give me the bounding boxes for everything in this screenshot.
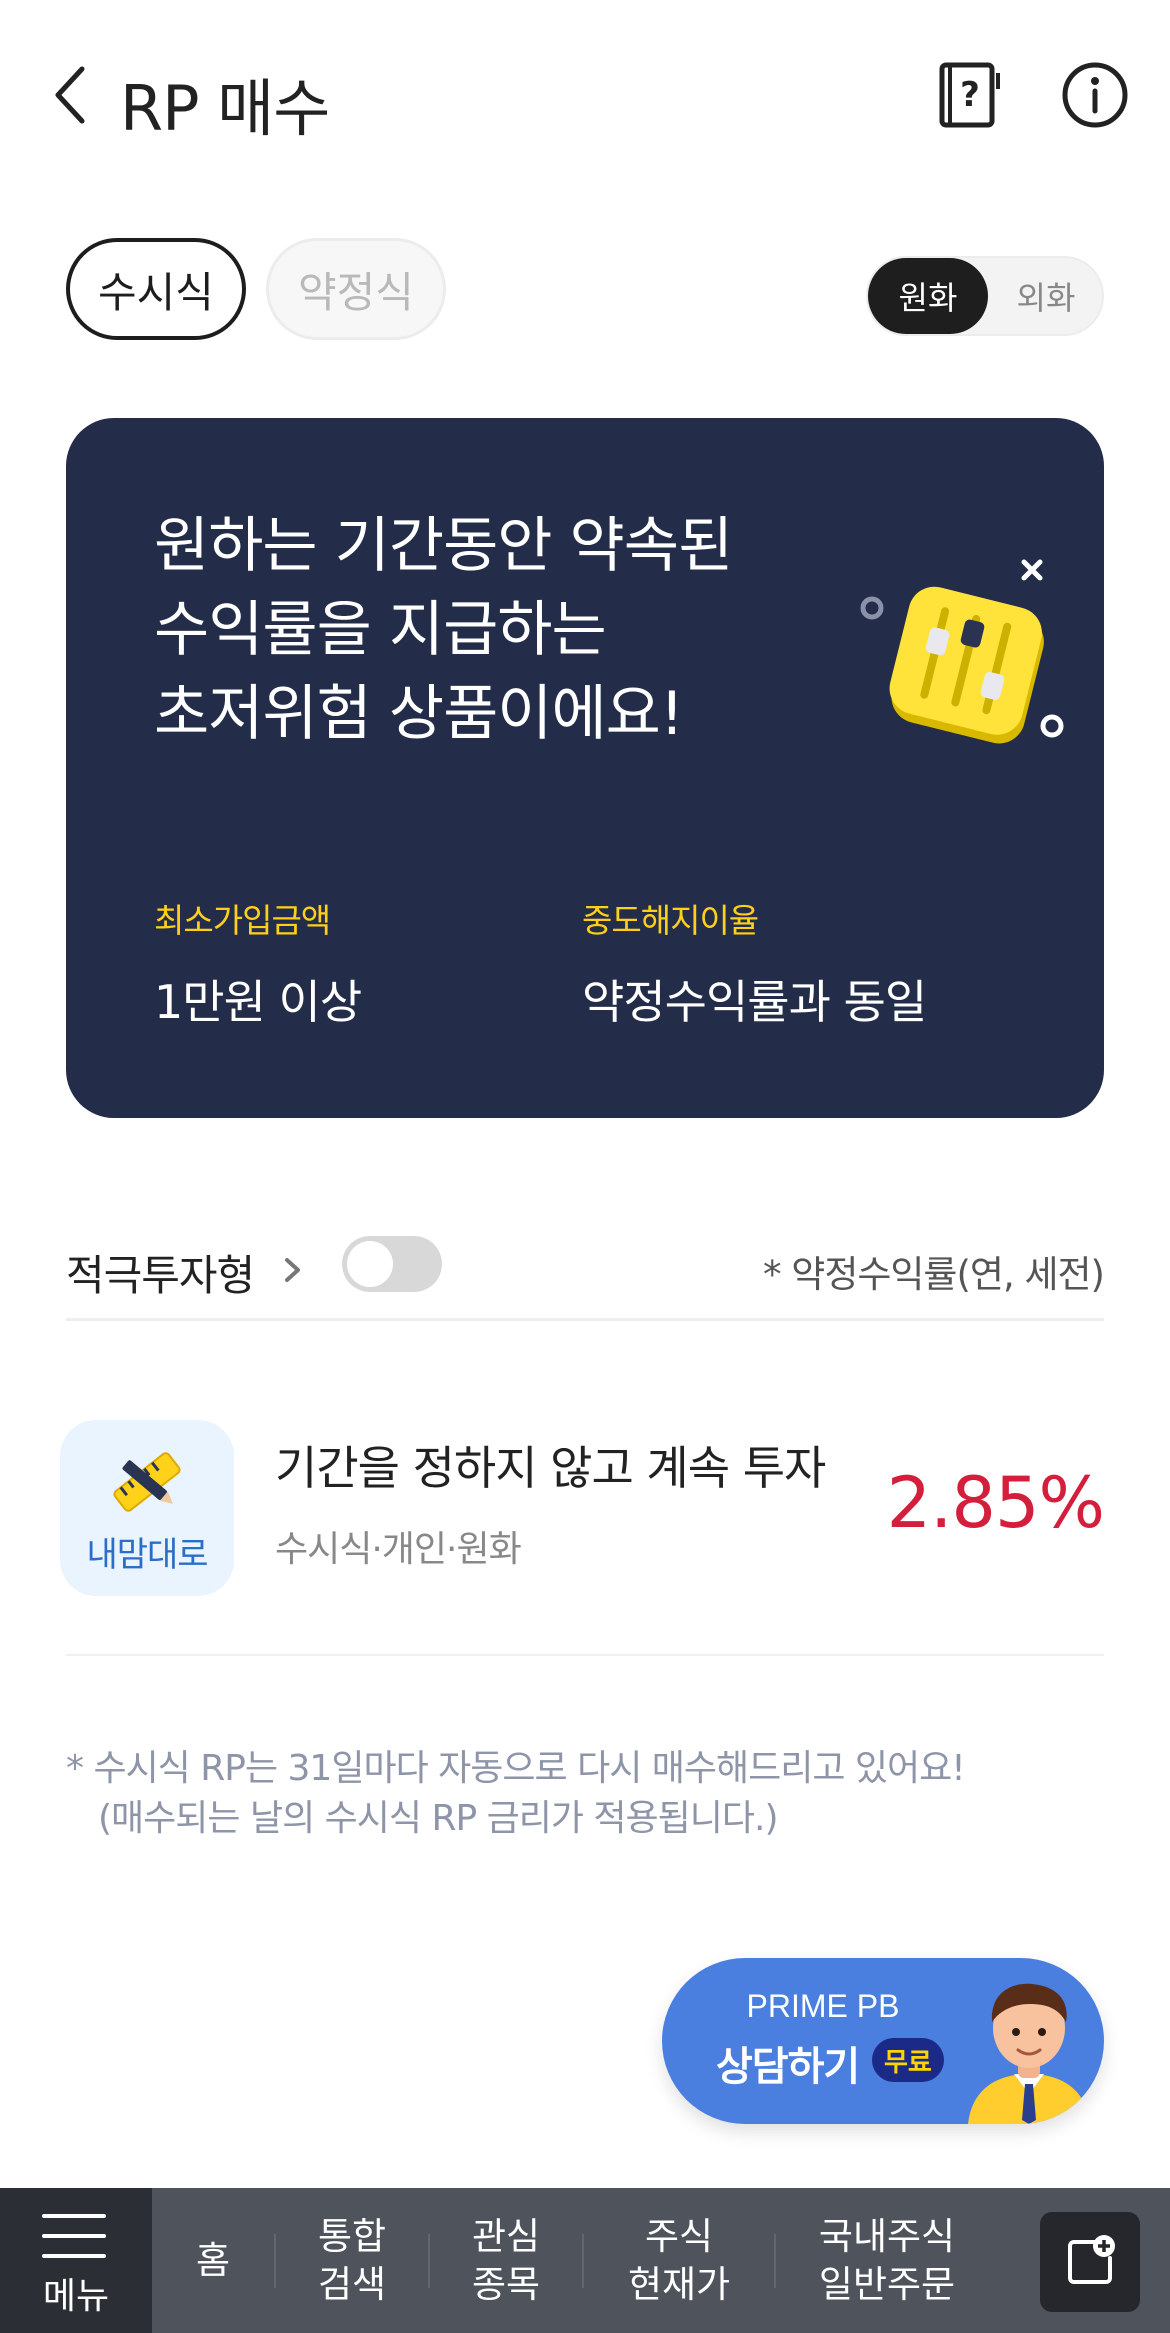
banner-headline-line: 초저위험 상품이에요! xyxy=(154,679,684,749)
nav-integrated-search[interactable]: 통합 검색 xyxy=(276,2188,428,2333)
chevron-right-icon[interactable] xyxy=(278,1250,308,1290)
stat-label: 최소가입금액 xyxy=(154,901,331,940)
stat-value: 1만원 이상 xyxy=(154,975,362,1029)
filter-row: 적극투자형 * 약정수익률(연, 세전) xyxy=(66,1228,1105,1318)
svg-text:?: ? xyxy=(960,75,980,115)
product-icon-label: 내맘대로 xyxy=(86,1535,208,1575)
divider xyxy=(66,1318,1104,1321)
currency-toggle: 원화 외화 xyxy=(866,256,1104,336)
hamburger-icon xyxy=(42,2214,106,2258)
nav-stock-price[interactable]: 주식 현재가 xyxy=(584,2188,774,2333)
banner-headline-line: 원하는 기간동안 약속된 xyxy=(154,511,733,581)
product-subtitle: 수시식·개인·원화 xyxy=(275,1529,522,1570)
product-item[interactable]: 내맘대로 기간을 정하지 않고 계속 투자 수시식·개인·원화 2.85% xyxy=(60,1420,1105,1596)
app-header: RP 매수 ? xyxy=(0,0,1170,190)
product-title: 기간을 정하지 않고 계속 투자 xyxy=(275,1441,826,1495)
menu-label: 메뉴 xyxy=(42,2276,110,2317)
book-question-icon: ? xyxy=(939,62,1000,128)
stat-value: 약정수익률과 동일 xyxy=(582,975,927,1029)
nav-domestic-order[interactable]: 국내주식 일반주문 xyxy=(776,2188,998,2333)
consult-line1: PRIME PB xyxy=(746,1988,900,2024)
aggressive-investor-label[interactable]: 적극투자형 xyxy=(66,1242,255,1303)
product-icon-tile: 내맘대로 xyxy=(60,1420,234,1596)
info-banner: 원하는 기간동안 약속된 수익률을 지급하는 초저위험 상품이에요! 최소가입금… xyxy=(66,418,1104,1118)
info-circle-icon xyxy=(1062,62,1128,128)
aggressive-investor-toggle[interactable] xyxy=(342,1236,442,1292)
menu-button[interactable]: 메뉴 xyxy=(0,2188,152,2333)
early-termination-stat: 중도해지이율 약정수익률과 동일 xyxy=(582,894,927,1032)
rate-note: * 약정수익률(연, 세전) xyxy=(763,1253,1105,1296)
footnote: * 수시식 RP는 31일마다 자동으로 다시 매수해드리고 있어요! (매수되… xyxy=(66,1744,966,1844)
guide-button[interactable]: ? xyxy=(930,55,1010,135)
stat-label: 중도해지이율 xyxy=(582,901,759,940)
back-button[interactable] xyxy=(40,55,100,135)
advisor-avatar-icon xyxy=(968,1983,1090,2124)
footnote-line: * 수시식 RP는 31일마다 자동으로 다시 매수해드리고 있어요! xyxy=(66,1748,966,1789)
banner-headline: 원하는 기간동안 약속된 수익률을 지급하는 초저위험 상품이에요! xyxy=(154,504,814,756)
tab-type-term[interactable]: 약정식 xyxy=(266,238,446,340)
nav-watchlist[interactable]: 관심 종목 xyxy=(430,2188,582,2333)
consult-line2: 상담하기 xyxy=(716,2044,860,2090)
slider-controls-icon xyxy=(860,559,1064,744)
toggle-knob xyxy=(347,1241,393,1287)
free-badge: 무료 xyxy=(872,2038,944,2082)
tab-type-demand[interactable]: 수시식 xyxy=(66,238,246,340)
min-amount-stat: 최소가입금액 1만원 이상 xyxy=(154,894,362,1032)
banner-headline-line: 수익률을 지급하는 xyxy=(154,595,607,665)
chevron-left-icon xyxy=(55,66,85,124)
product-rate: 2.85% xyxy=(886,1462,1105,1544)
footnote-line: (매수되는 날의 수시식 RP 금리가 적용됩니다.) xyxy=(98,1798,779,1839)
bottom-nav: 메뉴 홈 통합 검색 관심 종목 주식 현재가 국내주식 일반주문 xyxy=(0,2188,1170,2333)
nav-home[interactable]: 홈 xyxy=(152,2188,274,2333)
tab-currency-krw[interactable]: 원화 xyxy=(868,258,988,334)
page-title: RP 매수 xyxy=(120,72,330,145)
consult-button[interactable]: PRIME PB 상담하기 무료 xyxy=(662,1958,1104,2124)
add-window-button[interactable] xyxy=(1040,2212,1140,2312)
add-window-icon xyxy=(1068,2235,1115,2284)
ruler-pencil-icon xyxy=(113,1452,181,1512)
info-button[interactable] xyxy=(1055,55,1135,135)
divider xyxy=(66,1654,1104,1656)
tab-currency-foreign[interactable]: 외화 xyxy=(986,258,1106,334)
